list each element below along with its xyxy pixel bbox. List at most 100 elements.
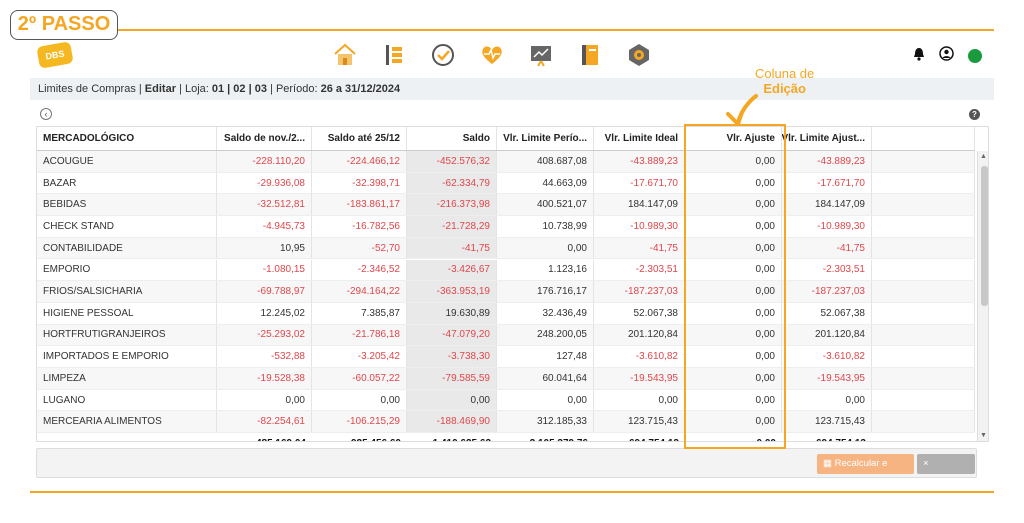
total-cell: 2.105.379,76 (497, 435, 594, 441)
adjust-value-cell[interactable]: 0,00 (685, 237, 782, 259)
action-bar: ▦ Recalcular e Salvar × Cancelar (36, 448, 977, 489)
total-cell: -1.410.625,63 (407, 435, 497, 441)
settings-hexagon-icon[interactable] (624, 40, 654, 70)
value-cell: -43.889,23 (782, 151, 872, 172)
value-cell: 248.200,05 (497, 324, 594, 346)
value-cell: -47.079,20 (407, 324, 497, 346)
adjust-value-cell[interactable]: 0,00 (685, 346, 782, 367)
help-icon[interactable]: ? (969, 109, 980, 120)
column-header[interactable]: MERCADOLÓGICO (37, 127, 217, 150)
table-row[interactable]: HORTFRUTIGRANJEIROS -25.293,02 -21.786,18-… (37, 324, 975, 347)
adjust-value-cell[interactable]: 0,00 (685, 411, 782, 433)
recalc-save-button[interactable]: ▦ Recalcular e Salvar (817, 454, 914, 489)
value-cell: 184.147,09 (782, 194, 872, 216)
adjust-value-cell[interactable]: 0,00 (685, 389, 782, 411)
row-filler (872, 151, 975, 172)
breadcrumb-edit: Editar (144, 83, 176, 95)
value-cell: 123.715,43 (594, 411, 685, 433)
table-row[interactable]: MERCEARIA ALIMENTOS -82.254,61 -106.215,29… (37, 411, 975, 434)
adjust-value-cell[interactable]: 0,00 (685, 151, 782, 172)
table-row[interactable]: LIMPEZA -19.528,38 -60.057,22 -79.585,59 60.… (37, 368, 975, 390)
category-cell: CHECK STAND (37, 216, 217, 237)
scroll-thumb[interactable] (981, 166, 988, 306)
category-cell: BAZAR (37, 172, 217, 194)
table-row[interactable]: CHECK STAND -4.945,73 -16.782,56 -21.728,29… (37, 216, 975, 238)
table-row[interactable]: IMPORTADOS E EMPORIO -532,88 -3.205,42 -3.7… (37, 346, 975, 368)
column-header[interactable]: Vlr. Limite Ajust... (782, 127, 872, 150)
value-cell: 44.663,09 (497, 172, 594, 194)
table-row[interactable]: LUGANO 0,00 0,00 0,00 0,00 0,00 0,00 0,00 (37, 389, 975, 412)
data-grid: MERCADOLÓGICO Saldo de nov./2... Saldo até… (36, 126, 989, 442)
value-cell: 312.185,33 (497, 411, 594, 433)
heart-pulse-icon[interactable] (477, 40, 507, 70)
value-cell: -224.466,12 (312, 151, 407, 172)
notebook-icon[interactable] (575, 40, 605, 70)
value-cell: 10.738,99 (497, 216, 594, 237)
grid-totals: -485.169,04-925.456,60-1.410.625,632.105… (37, 435, 872, 441)
divider-bottom (30, 491, 994, 493)
adjust-value-cell[interactable]: 0,00 (685, 302, 782, 324)
list-icon[interactable] (379, 40, 409, 70)
column-header[interactable]: Saldo de nov./2... (217, 127, 312, 150)
value-cell: 0,00 (312, 389, 407, 411)
check-circle-icon[interactable] (428, 40, 458, 70)
annotation-arrow-icon (726, 94, 758, 126)
category-cell: CONTABILIDADE (37, 237, 217, 259)
app-window: DBS Limites de Compras | Editar | Loja: … (30, 36, 994, 489)
vertical-scrollbar[interactable]: ▲ ▼ (977, 151, 988, 441)
value-cell: -3.610,82 (782, 346, 872, 367)
value-cell: -25.293,02 (217, 324, 312, 346)
total-cell: -485.169,04 (217, 435, 312, 441)
value-cell: 0,00 (217, 389, 312, 411)
logo[interactable]: DBS (36, 41, 74, 69)
value-cell: -2.303,51 (594, 259, 685, 281)
column-header[interactable]: Vlr. Limite Ideal (594, 127, 685, 150)
adjust-value-cell[interactable]: 0,00 (685, 259, 782, 281)
cancel-label: Cancelar (923, 478, 962, 489)
table-row[interactable]: ACOUGUE -228.110,20 -224.466,12 -452.576,32… (37, 151, 975, 173)
value-cell: -2.346,52 (312, 259, 407, 281)
adjust-value-cell[interactable]: 0,00 (685, 368, 782, 389)
value-cell: 176.716,17 (497, 281, 594, 302)
table-row[interactable]: HIGIENE PESSOAL 12.245,02 7.385,87 19.630,8… (37, 302, 975, 325)
scroll-down-icon[interactable]: ▼ (980, 432, 987, 439)
value-cell: -19.528,38 (217, 368, 312, 389)
column-header[interactable]: Vlr. Limite Perío... (497, 127, 594, 150)
adjust-value-cell[interactable]: 0,00 (685, 216, 782, 237)
value-cell: 52.067,38 (782, 302, 872, 324)
back-icon[interactable]: ‹ (40, 108, 52, 120)
table-row[interactable]: FRIOS/SALSICHARIA -69.788,97 -294.164,22 -3… (37, 281, 975, 303)
table-row[interactable]: BAZAR -29.936,08 -32.398,71 -62.334,79 44.66… (37, 172, 975, 195)
value-cell: 184.147,09 (594, 194, 685, 216)
adjust-value-cell[interactable]: 0,00 (685, 172, 782, 194)
value-cell: -21.728,29 (407, 216, 497, 237)
value-cell: -62.334,79 (407, 172, 497, 194)
user-circle-icon[interactable] (939, 46, 954, 66)
adjust-value-cell[interactable]: 0,00 (685, 281, 782, 302)
value-cell: -79.585,59 (407, 368, 497, 389)
main-nav (330, 40, 654, 70)
value-cell: -32.398,71 (312, 172, 407, 194)
table-row[interactable]: CONTABILIDADE 10,95 -52,70 -41,75 0,00 -41,75… (37, 237, 975, 260)
value-cell: -52,70 (312, 237, 407, 259)
adjust-value-cell[interactable]: 0,00 (685, 324, 782, 346)
value-cell: -228.110,20 (217, 151, 312, 172)
value-cell: -41,75 (782, 237, 872, 259)
value-cell: 400.521,07 (497, 194, 594, 216)
chart-board-icon[interactable] (526, 40, 556, 70)
header-actions (913, 46, 982, 66)
home-icon[interactable] (330, 40, 360, 70)
scroll-up-icon[interactable]: ▲ (980, 153, 987, 160)
column-header[interactable]: Vlr. Ajuste (685, 127, 782, 150)
table-row[interactable]: BEBIDAS -32.512,81 -183.861,17 -216.373,98 4… (37, 194, 975, 217)
row-filler (872, 389, 975, 411)
bell-icon[interactable] (913, 47, 925, 66)
column-header[interactable]: Saldo (407, 127, 497, 150)
adjust-value-cell[interactable]: 0,00 (685, 194, 782, 216)
value-cell: 123.715,43 (782, 411, 872, 433)
column-header[interactable]: Saldo até 25/12 (312, 127, 407, 150)
category-cell: EMPORIO (37, 259, 217, 281)
cancel-button[interactable]: × Cancelar (917, 454, 975, 489)
value-cell: 0,00 (594, 389, 685, 411)
table-row[interactable]: EMPORIO -1.080,15 -2.346,52 -3.426,67 1.123,… (37, 259, 975, 282)
